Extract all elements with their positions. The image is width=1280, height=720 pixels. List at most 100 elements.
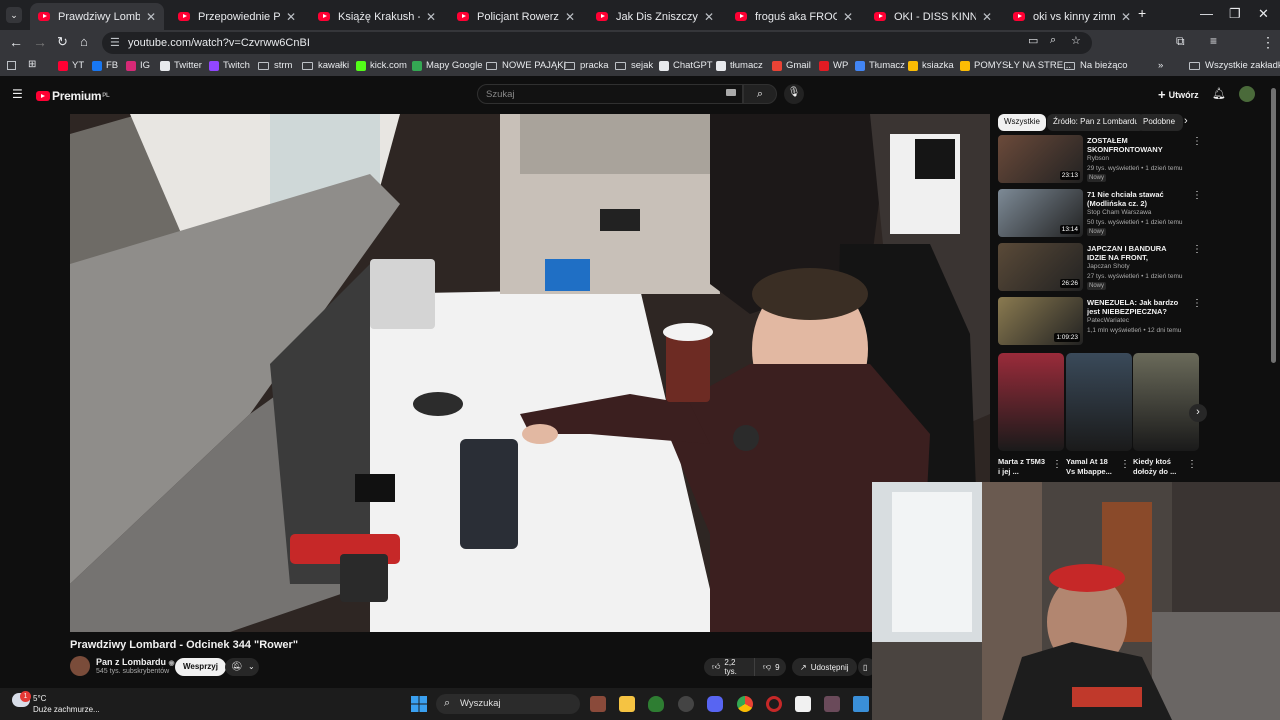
bookmark-19[interactable]: Na bieżąco [1064,60,1128,71]
bookmark-14[interactable]: Gmail [772,60,811,71]
more-options-icon[interactable]: ⋮ [1192,190,1202,201]
browser-menu-icon[interactable]: ⋮ [1261,34,1275,51]
close-tab-icon[interactable]: ✕ [426,10,436,24]
bookmark-15[interactable]: WP [819,60,848,71]
recommendation-title[interactable]: JAPCZAN I BANDURA IDZIE NA FRONT, JASNOW… [1087,244,1187,262]
subscription-bell-button[interactable]: 🔕︎ ⌄ [225,658,259,676]
recommendation-item[interactable]: 23:13 ZOSTAŁEM SKONFRONTOWANY PRZEZ ...Ry… [998,135,1202,185]
notifications-bell-icon[interactable]: 🔔︎ [1212,87,1226,100]
close-tab-icon[interactable]: ✕ [146,10,156,24]
more-options-icon[interactable]: ⋮ [1120,459,1130,470]
bookmark-12[interactable]: ChatGPT [659,60,713,71]
short-thumbnail[interactable] [1133,353,1199,451]
chips-next-icon[interactable]: › [1184,115,1188,127]
close-tab-icon[interactable]: ✕ [982,10,992,24]
windows-start-icon[interactable] [411,696,427,712]
share-button[interactable]: ↗ Udostępnij [792,658,857,676]
bookmark-16[interactable]: Tłumacz [855,60,905,71]
tab-7[interactable]: oki vs kinny zimmer - You ✕ [1005,3,1139,30]
taskbar-app-notepad-icon[interactable] [795,696,811,712]
bookmark-6[interactable]: kawałki [302,60,349,71]
video-thumbnail[interactable]: 13:14 [998,189,1083,237]
cast-icon[interactable]: ▭ [1028,34,1038,47]
security-shield-icon[interactable] [648,696,664,712]
more-options-icon[interactable]: ⋮ [1192,298,1202,309]
opera-icon[interactable] [766,696,782,712]
recommendation-title[interactable]: WENEZUELA: Jak bardzo jest NIEBEZPIECZNA… [1087,298,1187,316]
bookmark-4[interactable]: Twitch [209,60,250,71]
more-options-icon[interactable]: ⋮ [1187,459,1197,470]
tab-0[interactable]: Prawdziwy Lombard - Odc ✕ [30,3,164,30]
taskbar-app-image-icon[interactable] [824,696,840,712]
bookmark-5[interactable]: strm [258,60,292,71]
address-bar[interactable]: ☰ youtube.com/watch?v=Czvrww6CnBI [102,32,1092,54]
short-thumbnail[interactable] [998,353,1064,451]
channel-name[interactable]: Pan z Lombardu ◉ [96,657,175,667]
voice-search-button[interactable]: 🎙 [784,84,804,104]
taskbar-search[interactable]: ⌕ Wyszukaj [436,694,580,714]
minimize-button[interactable]: — [1200,6,1213,21]
more-bookmarks-button[interactable]: » [1158,60,1163,71]
close-tab-icon[interactable]: ✕ [286,10,296,24]
search-button[interactable]: ⌕ [743,84,777,104]
discord-icon[interactable] [707,696,723,712]
short-title[interactable]: Kiedy ktoś dołoży do ... [1133,457,1181,477]
bookmark-17[interactable]: ksiazka [908,60,954,71]
video-player[interactable] [70,114,990,632]
zoom-icon[interactable]: ⌕ [1050,34,1056,47]
tab-1[interactable]: Przepowiednie Prześwira ✕ [170,3,304,30]
tab-5[interactable]: froguś aka FROG wbija si ✕ [727,3,861,30]
video-thumbnail[interactable]: 26:26 [998,243,1083,291]
recommendation-channel[interactable]: Rybson [1087,155,1109,162]
tab-3[interactable]: Policjant Rowerzysta, któr ✕ [449,3,583,30]
chip-all[interactable]: Wszystkie [998,114,1046,131]
bookmark-2[interactable]: IG [126,60,150,71]
recommendation-item[interactable]: 1:09:23 WENEZUELA: Jak bardzo jest NIEBEZ… [998,297,1202,347]
close-tab-icon[interactable]: ✕ [565,10,575,24]
more-options-icon[interactable]: ⋮ [1052,459,1062,470]
bookmark-18[interactable]: POMYSŁY NA STRE... [960,60,1071,71]
site-info-icon[interactable]: ☰ [110,36,120,49]
tab-4[interactable]: Jak Dis Zniszczył Swoją K ✕ [588,3,722,30]
home-button[interactable]: ⌂ [80,34,88,49]
weather-description[interactable]: Duże zachmurze... [33,705,100,714]
tab-2[interactable]: Książę Krakush - YouTube ✕ [310,3,444,30]
reload-button[interactable]: ↻ [57,34,68,50]
new-tab-button[interactable]: + [1138,5,1146,21]
bookmark-3[interactable]: Twitter [160,60,202,71]
back-button[interactable]: ← [9,34,23,50]
recommendation-channel[interactable]: Japczan Shoty [1087,263,1130,270]
dislike-button[interactable]: 👎︎ 9 [754,658,786,676]
bookmark-7[interactable]: kick.com [356,60,407,71]
bookmark-8[interactable]: Mapy Google [412,60,483,71]
recommendation-channel[interactable]: PatecWariatec [1087,317,1129,324]
tab-6[interactable]: OKI - DISS KINNY ZIMME ✕ [866,3,1000,30]
youtube-logo[interactable]: Premium PL [36,89,110,103]
close-tab-icon[interactable]: ✕ [704,10,714,24]
chip-related[interactable]: Podobne [1137,114,1183,131]
file-explorer-icon[interactable] [619,696,635,712]
account-avatar[interactable] [1239,86,1255,102]
create-button[interactable]: + Utwórz [1158,87,1199,102]
short-title[interactable]: Yamal At 18 Vs Mbappe... [1066,457,1114,477]
weather-temperature[interactable]: 5°C [33,694,46,703]
recommendation-channel[interactable]: Stop Cham Warszawa [1087,209,1151,216]
bookmark-10[interactable]: pracka [564,60,609,71]
search-input[interactable]: Szukaj [477,84,743,104]
chip-source[interactable]: Źródło: Pan z Lombardu [1047,114,1145,131]
channel-avatar[interactable] [70,656,90,676]
all-bookmarks-folder[interactable]: Wszystkie zakładki [1189,60,1280,71]
tab-search-button[interactable]: ⌄ [6,7,22,23]
taskbar-app-icon[interactable] [678,696,694,712]
short-title[interactable]: Marta z T5M3 i jej ... [998,457,1046,477]
forward-button[interactable]: → [33,34,47,50]
chrome-icon[interactable] [737,696,753,712]
apps-grid-icon[interactable]: ⊞ [28,59,36,70]
bookmark-1[interactable]: FB [92,60,118,71]
bookmark-0[interactable]: YT [58,60,84,71]
close-window-button[interactable]: ✕ [1258,6,1269,22]
bookmark-11[interactable]: sejak [615,60,653,71]
recommendation-title[interactable]: ZOSTAŁEM SKONFRONTOWANY PRZEZ ... [1087,136,1187,154]
page-scrollbar[interactable] [1271,88,1276,363]
more-options-icon[interactable]: ⋮ [1192,136,1202,147]
